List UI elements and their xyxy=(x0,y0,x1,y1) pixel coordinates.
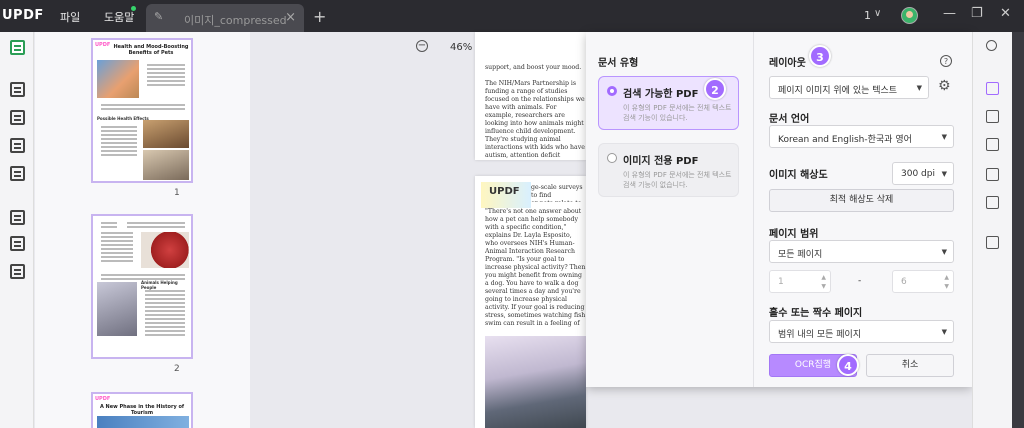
left-tool-rail xyxy=(0,32,34,428)
app-logo: UPDF xyxy=(2,8,44,23)
form-icon[interactable] xyxy=(10,166,25,181)
minimize-button[interactable]: — xyxy=(943,6,956,21)
updf-logo-image: UPDF xyxy=(481,182,531,208)
stepper-up-icon[interactable]: ▲ xyxy=(944,274,949,281)
range-to-stepper[interactable]: 6 ▲ ▼ xyxy=(892,270,954,293)
convert-icon[interactable] xyxy=(986,110,999,123)
language-title: 문서 언어 xyxy=(769,114,810,125)
thumbnail-title: Health and Mood-Boosting Benefits of Pet… xyxy=(113,44,189,56)
document-type-panel: 문서 유형 검색 가능한 PDF 이 유형의 PDF 문서에는 전체 텍스트 검… xyxy=(586,32,754,387)
resolution-title: 이미지 해상도 xyxy=(769,170,828,181)
page-range-dropdown[interactable]: 모든 페이지 ▼ xyxy=(769,240,954,263)
ocr-icon[interactable] xyxy=(986,82,999,95)
page-count[interactable]: 1 xyxy=(864,9,871,22)
zoom-out-button[interactable]: − xyxy=(416,40,428,52)
comment-icon[interactable] xyxy=(10,82,25,97)
thumbnail-page-3[interactable]: UPDF A New Phase in the History of Touri… xyxy=(91,392,193,428)
detect-resolution-button[interactable]: 최적 해상도 삭제 xyxy=(769,189,954,212)
avatar[interactable] xyxy=(901,7,918,24)
chevron-down-icon: ▼ xyxy=(941,248,947,256)
page-range-title: 페이지 범위 xyxy=(769,229,819,240)
cancel-button[interactable]: 취소 xyxy=(866,354,954,377)
chevron-down-icon: ▼ xyxy=(941,328,947,336)
step-badge-3: 3 xyxy=(809,45,831,67)
step-badge-2: 2 xyxy=(704,78,726,100)
reader-icon[interactable] xyxy=(10,40,25,55)
chevron-down-icon: ▼ xyxy=(916,84,922,92)
option-label: 이미지 전용 PDF xyxy=(623,156,699,167)
pets-image xyxy=(143,150,189,180)
thumbnail-panel: UPDF Health and Mood-Boosting Benefits o… xyxy=(35,32,250,428)
pages-icon[interactable] xyxy=(10,210,25,225)
edit-pdf-icon[interactable] xyxy=(10,110,25,125)
page-text: support, and boost your mood. The NIH/Ma… xyxy=(485,64,585,159)
ocr-popover: 문서 유형 검색 가능한 PDF 이 유형의 PDF 문서에는 전체 텍스트 검… xyxy=(586,32,972,387)
organize-icon[interactable] xyxy=(10,138,25,153)
radio-searchable[interactable] xyxy=(607,86,617,96)
window-edge xyxy=(1012,32,1024,428)
ocr-settings-panel: 레이아웃 ? 페이지 이미지 위에 있는 텍스트 ▼ ⚙ 문서 언어 Korea… xyxy=(754,32,972,387)
title-bar: UPDF 파일 도움말 ✎ 이미지_compressed × + 1 ∨ — ❐… xyxy=(0,0,1024,32)
option-desc: 이 유형의 PDF 문서에는 전체 텍스트 검색 기능이 없습니다. xyxy=(623,171,732,189)
thumbnail-page-1[interactable]: UPDF Health and Mood-Boosting Benefits o… xyxy=(91,38,193,183)
language-dropdown[interactable]: Korean and English-한국과 영어 ▼ xyxy=(769,125,954,148)
right-tool-rail xyxy=(972,32,1012,428)
thumbnail-subheading: Possible Health Effects xyxy=(97,116,149,121)
tourism-image xyxy=(97,416,189,428)
option-image-only-pdf[interactable]: 이미지 전용 PDF 이 유형의 PDF 문서에는 전체 텍스트 검색 기능이 … xyxy=(598,143,739,197)
save-icon[interactable] xyxy=(986,236,999,249)
thumbnail-number: 1 xyxy=(174,188,180,198)
radio-image-only[interactable] xyxy=(607,153,617,163)
chevron-down-icon: ▼ xyxy=(941,133,947,141)
add-tab-button[interactable]: + xyxy=(313,7,326,26)
mail-icon[interactable] xyxy=(986,196,999,209)
document-page-1: support, and boost your mood. The NIH/Ma… xyxy=(475,32,586,160)
gear-icon[interactable]: ⚙ xyxy=(938,78,951,94)
close-tab-icon[interactable]: × xyxy=(285,10,296,25)
option-desc: 이 유형의 PDF 문서에는 전체 텍스트 검색 기능이 있습니다. xyxy=(623,104,732,122)
menu-file[interactable]: 파일 xyxy=(60,9,80,25)
resolution-dropdown[interactable]: 300 dpi ▼ xyxy=(892,162,954,185)
thumbnail-title: A New Phase in the History of Tourism xyxy=(99,404,185,416)
cat-red-image xyxy=(141,232,189,268)
thumbnail-number: 2 xyxy=(174,364,180,374)
thumbnail-page-2[interactable]: Animals Helping People xyxy=(91,214,193,359)
stepper-down-icon[interactable]: ▼ xyxy=(821,283,826,290)
layout-dropdown[interactable]: 페이지 이미지 위에 있는 텍스트 ▼ xyxy=(769,76,929,99)
cat-tulips-image xyxy=(485,336,586,428)
doc-type-title: 문서 유형 xyxy=(598,58,639,69)
help-icon[interactable]: ? xyxy=(940,55,952,67)
stepper-down-icon[interactable]: ▼ xyxy=(944,283,949,290)
restore-button[interactable]: ❐ xyxy=(971,6,983,21)
range-dash: - xyxy=(858,276,862,286)
zoom-level[interactable]: 46% xyxy=(450,42,472,53)
tab-document[interactable]: ✎ 이미지_compressed × xyxy=(146,4,304,32)
cat-image xyxy=(97,60,139,98)
layers-icon[interactable] xyxy=(10,264,25,279)
menu-help[interactable]: 도움말 xyxy=(104,9,134,25)
page-text-header: ge-scale surveys to find er pets relate … xyxy=(531,184,583,202)
odd-even-dropdown[interactable]: 범위 내의 모든 페이지 ▼ xyxy=(769,320,954,343)
protect-icon[interactable] xyxy=(986,138,999,151)
option-label: 검색 가능한 PDF xyxy=(623,89,699,100)
tab-label: 이미지_compressed xyxy=(184,14,287,27)
search-icon[interactable] xyxy=(986,40,997,51)
cat-grey-image xyxy=(97,282,137,336)
edit-icon: ✎ xyxy=(154,10,164,23)
share-icon[interactable] xyxy=(986,168,999,181)
layout-title: 레이아웃 xyxy=(769,58,806,69)
crop-icon[interactable] xyxy=(10,236,25,251)
range-from-stepper[interactable]: 1 ▲ ▼ xyxy=(769,270,831,293)
step-badge-4: 4 xyxy=(837,354,859,376)
close-window-button[interactable]: ✕ xyxy=(1000,6,1011,21)
chevron-down-icon[interactable]: ∨ xyxy=(874,8,881,19)
stepper-up-icon[interactable]: ▲ xyxy=(821,274,826,281)
notification-dot xyxy=(131,6,136,11)
page-text-body: "There's not one answer about how a pet … xyxy=(485,208,586,327)
chevron-down-icon: ▼ xyxy=(941,170,947,178)
dog-image xyxy=(143,120,189,148)
odd-even-title: 홀수 또는 짝수 페이지 xyxy=(769,308,863,319)
document-page-2: UPDF ge-scale surveys to find er pets re… xyxy=(475,176,586,428)
